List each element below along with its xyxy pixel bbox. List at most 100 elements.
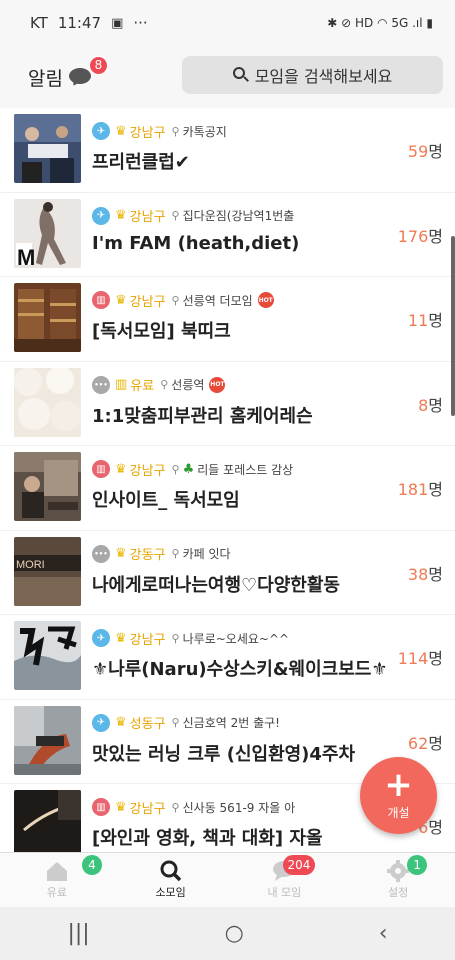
member-count: 38명: [407, 564, 443, 584]
member-count: 8명: [418, 395, 443, 415]
create-meetup-button[interactable]: + 개설: [360, 757, 437, 834]
list-item[interactable]: M ✈ ♛ 강남구 ⚲ 집다운짐(강남역1번출 I'm FAM (heath,diet)…: [0, 193, 455, 277]
location-pin-icon: ⚲: [171, 631, 180, 645]
activity-category-icon: ✈: [92, 206, 110, 225]
recent-apps-button[interactable]: |||: [67, 921, 89, 946]
location-pin-icon: ⚲: [171, 209, 180, 222]
list-item[interactable]: ✈ ♛ 강남구 ⚲ 나루로~오세요~^^ ⚜나루(Naru)수상스키&웨이크보드⚜ 11…: [0, 615, 455, 700]
meetup-thumbnail: MORI: [14, 536, 81, 606]
location-pin-icon: ⚲: [171, 716, 180, 729]
meetup-title: 1:1맞춤피부관리 홈케어레슨: [92, 405, 313, 427]
tab-label: 설정: [388, 886, 409, 899]
crown-icon: ♛: [115, 546, 127, 561]
crown-icon: ♛: [115, 208, 127, 223]
meetup-title: [독서모임] 북띠크: [92, 321, 231, 342]
region-label: 강남구: [129, 294, 166, 310]
crown-icon: ♛: [115, 461, 127, 477]
region-label: 강남구: [129, 125, 166, 141]
region-label: 강남구: [129, 463, 166, 479]
location-label: 신사동 561-9 자올 아: [182, 800, 296, 815]
create-label: 개설: [387, 806, 410, 820]
location-label: 신금호역 2번 출구!: [182, 716, 280, 730]
region-label: 성동구: [129, 717, 166, 732]
tab-my-meetups[interactable]: 내 모임 204: [228, 853, 342, 907]
tab-label: 소모임: [155, 886, 186, 899]
crown-icon: ♛: [115, 630, 127, 646]
region-label: 강동구: [129, 548, 166, 563]
location-label: 집다운짐(강남역1번출: [182, 209, 295, 223]
list-item[interactable]: ✈ ♛ 강남구 ⚲ 카톡공지 프리런클럽✔ 59명: [0, 108, 455, 193]
location-pin-icon: ⚲: [160, 378, 169, 391]
member-count: 176명: [397, 226, 443, 246]
meetup-thumbnail: [14, 367, 81, 437]
search-icon: [232, 67, 249, 83]
bottom-nav: 유료 4 소모임 내 모임 204 설정 1: [0, 852, 455, 907]
crown-icon: ♛: [115, 292, 127, 308]
meetup-thumbnail: M: [14, 198, 81, 268]
search-placeholder: 모임을 검색해보세요: [254, 67, 393, 86]
activity-category-icon: ▥: [92, 291, 110, 309]
region-label: 유료: [130, 379, 155, 394]
list-item[interactable]: ••• ▥ 유료 ⚲ 선릉역 HOT 1:1맞춤피부관리 홈케어레슨 8명: [0, 362, 455, 446]
meetup-thumbnail: [14, 114, 81, 183]
hot-badge-icon: HOT: [257, 292, 274, 308]
list-item[interactable]: ▥ ♛ 강남구 ⚲ ♣ 리들 포레스트 감상 인사이트_ 독서모임 181명: [0, 446, 455, 531]
location-label: 나루로~오세요~^^: [182, 631, 290, 646]
paid-building-icon: ▥: [115, 377, 128, 392]
location-label: 선릉역 더모임: [182, 293, 253, 308]
system-icons: ✱ ⊘ HD ◠ 5G .ıl ▮: [327, 16, 433, 30]
status-bar: KT 11:47 ▣ ··· ✱ ⊘ HD ◠ 5G .ıl ▮: [0, 0, 455, 46]
meetup-thumbnail: [14, 621, 81, 690]
back-button[interactable]: ‹: [379, 921, 388, 946]
region-label: 강남구: [129, 632, 166, 648]
search-input[interactable]: 모임을 검색해보세요: [182, 56, 443, 94]
search-icon: [159, 860, 183, 882]
more-notifications-icon: ···: [133, 14, 148, 32]
tab-label: 유료: [46, 886, 67, 899]
activity-category-icon: ▥: [92, 460, 110, 478]
svg-text:M: M: [17, 245, 35, 268]
system-nav-bar: ||| ○ ‹: [0, 907, 455, 960]
list-item[interactable]: ▥ ♛ 강남구 ⚲ 선릉역 더모임 HOT [독서모임] 북띠크 11명: [0, 277, 455, 362]
member-count: 181명: [397, 480, 443, 499]
location-label: 카페 잇다: [182, 547, 231, 561]
tab-badge: 1: [407, 855, 428, 875]
meetup-list[interactable]: ✈ ♛ 강남구 ⚲ 카톡공지 프리런클럽✔ 59명 M ✈ ♛ 강남구 ⚲ 집다운짐(강남역1번…: [0, 108, 455, 852]
tab-paid[interactable]: 유료 4: [0, 853, 114, 907]
activity-category-icon: ✈: [92, 629, 110, 647]
location-pin-icon: ⚲: [171, 124, 180, 138]
meetup-title: 프리런클럽✔: [92, 152, 190, 173]
meetup-title: ⚜나루(Naru)수상스키&웨이크보드⚜: [92, 659, 388, 680]
meetup-title: 맛있는 러닝 크루 (신입환영)4주차: [92, 743, 356, 765]
home-button[interactable]: ○: [225, 921, 244, 946]
member-count: 114명: [397, 649, 443, 668]
location-pin-icon: ⚲: [171, 293, 180, 307]
clock: 11:47: [57, 14, 102, 32]
crown-icon: ♛: [115, 123, 127, 139]
meetup-title: [와인과 영화, 책과 대화] 자올: [92, 828, 323, 849]
location-label: 리들 포레스트 감상: [197, 462, 294, 477]
scrollbar[interactable]: [451, 236, 455, 416]
location-label: 카톡공지: [182, 124, 227, 139]
meetup-thumbnail: [14, 790, 81, 852]
tab-badge: 4: [82, 855, 102, 875]
meetup-title: 나에게로떠나는여행♡다양한활동: [92, 574, 340, 596]
carrier-label: KT: [30, 14, 48, 32]
more-category-icon: •••: [92, 544, 110, 563]
location-pin-icon: ⚲: [171, 547, 180, 560]
tab-settings[interactable]: 설정 1: [341, 853, 455, 907]
more-category-icon: •••: [92, 375, 110, 394]
member-count: 62명: [407, 733, 443, 753]
plus-icon: +: [384, 765, 413, 805]
list-item[interactable]: MORI ••• ♛ 강동구 ⚲ 카페 잇다 나에게로떠나는여행♡다양한활동 38명: [0, 531, 455, 615]
svg-text:MORI: MORI: [16, 559, 45, 571]
alarm-count-badge: 8: [89, 55, 108, 75]
tab-meetups[interactable]: 소모임: [114, 853, 228, 907]
hot-badge-icon: HOT: [209, 376, 226, 393]
home-icon: [45, 860, 69, 882]
activity-category-icon: ▥: [92, 798, 110, 816]
header: 알림 8 모임을 검색해보세요: [0, 46, 455, 108]
tab-badge: 204: [282, 855, 316, 875]
tree-icon: ♣: [182, 461, 195, 477]
alarm-button[interactable]: 알림 8: [28, 55, 108, 91]
